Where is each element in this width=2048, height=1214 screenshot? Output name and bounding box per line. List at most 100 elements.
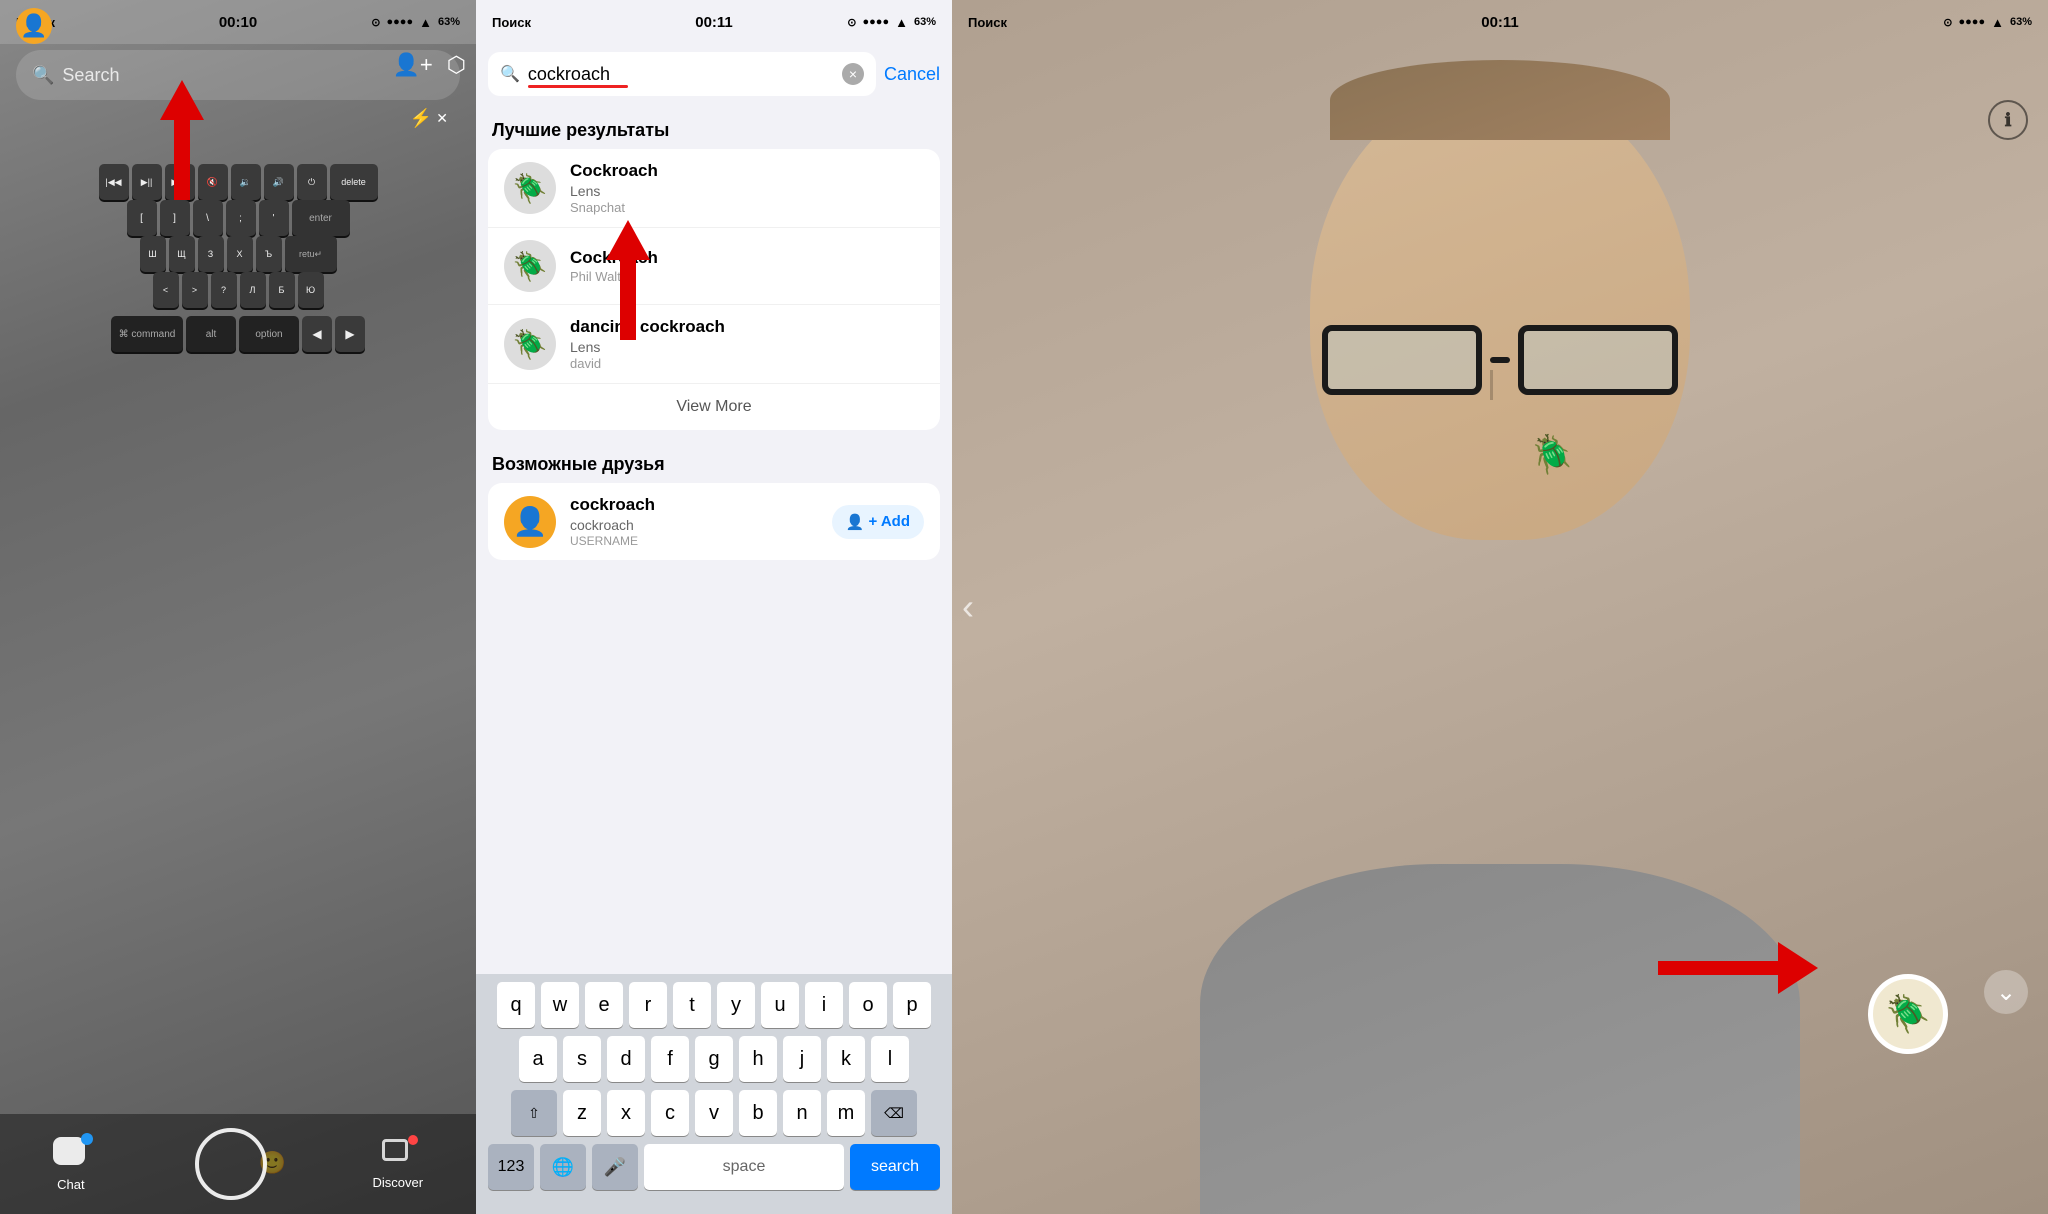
best-results-header: Лучшие результаты [476,104,952,149]
middle-status-bar: Поиск 00:11 ⊙ ●●●● ▲ 63% [476,0,952,44]
key-u[interactable]: u [761,982,799,1028]
info-icon: ℹ [2005,110,2012,131]
key-s[interactable]: s [563,1036,601,1082]
key-f[interactable]: f [651,1036,689,1082]
close-icon[interactable]: ✕ [436,110,448,127]
middle-status-icons: ⊙ ●●●● ▲ 63% [847,15,936,30]
search-icon-middle: 🔍 [500,64,520,84]
arrow-right-head [1778,942,1818,994]
left-location-icon: ⊙ [371,16,380,29]
key-p[interactable]: p [893,982,931,1028]
globe-key[interactable]: 🌐 [540,1144,586,1190]
key-g[interactable]: g [695,1036,733,1082]
left-bottom-nav: Chat Discover [0,1114,476,1214]
space-key[interactable]: space [644,1144,844,1190]
nav-chevron-left[interactable]: ‹ [962,586,974,628]
result-sub-1: Lens [570,183,924,199]
result-info-2: Cockroach Phil Walton [570,248,924,284]
key-d[interactable]: d [607,1036,645,1082]
key-t[interactable]: t [673,982,711,1028]
avatar-icon: 👤 [20,13,47,39]
result-avatar-3: 🪲 [504,318,556,370]
kb-row-3: ⇧ z x c v b n m ⌫ [480,1090,948,1136]
flash-icon[interactable]: ⚡ [410,108,432,129]
view-more-row[interactable]: View More [488,384,940,430]
results-scroll[interactable]: Лучшие результаты 🪲 Cockroach Lens Snapc… [476,104,952,974]
key-q: ? [211,272,237,308]
scan-icon[interactable]: ⬡ [447,52,466,78]
cancel-button[interactable]: Cancel [884,64,940,85]
key-semicol: ; [226,200,256,236]
add-friend-button[interactable]: 👤 + Add [832,505,924,539]
result-item-2[interactable]: 🪲 Cockroach Phil Walton [488,228,940,305]
add-friend-icon[interactable]: 👤+ [393,52,433,78]
key-a[interactable]: a [519,1036,557,1082]
chat-nav-button[interactable]: Chat [53,1137,89,1192]
key-l[interactable]: l [871,1036,909,1082]
key-return: retu↵ [285,236,337,272]
right-time: 00:11 [1481,14,1519,31]
shift-key[interactable]: ⇧ [511,1090,557,1136]
shirt [1200,864,1800,1214]
key-x-lower[interactable]: x [607,1090,645,1136]
ios-keyboard: q w e r t y u i o p a s d f g h j k l ⇧ … [476,974,952,1214]
key-f11: ▶▶| [165,164,195,200]
microphone-key[interactable]: 🎤 [592,1144,638,1190]
key-q[interactable]: q [497,982,535,1028]
middle-time: 00:11 [695,14,733,31]
clear-search-button[interactable]: × [842,63,864,85]
key-c-lower[interactable]: c [651,1090,689,1136]
key-z-lower[interactable]: z [563,1090,601,1136]
key-lt: < [153,272,179,308]
key-left: ◀ [302,316,332,352]
key-h: Х [227,236,253,272]
friend-avatar-icon: 👤 [513,505,548,538]
key-r[interactable]: r [629,982,667,1028]
r-battery: 63% [2010,16,2032,28]
info-button[interactable]: ℹ [1988,100,2028,140]
mid-signal: ●●●● [863,16,890,28]
discover-nav-button[interactable]: Discover [372,1139,423,1190]
key-v-lower[interactable]: v [695,1090,733,1136]
chat-bubble-icon [53,1137,85,1165]
search-bar-row: 🔍 cockroach × Cancel [476,44,952,104]
search-query-text: cockroach [528,64,834,85]
friend-item[interactable]: 👤 cockroach cockroach USERNAME 👤 + Add [488,483,940,560]
result-item-3[interactable]: 🪲 dancing cockroach Lens david [488,305,940,384]
lens-cockroach-icon: 🪲 [1886,993,1931,1035]
view-more-button[interactable]: View More [676,398,751,416]
key-sh: Ш [140,236,166,272]
key-hard: Ъ [256,236,282,272]
key-i[interactable]: i [805,982,843,1028]
key-y[interactable]: y [717,982,755,1028]
key-j[interactable]: j [783,1036,821,1082]
key-k[interactable]: k [827,1036,865,1082]
key-o[interactable]: o [849,982,887,1028]
avatar[interactable]: 👤 [16,8,52,44]
key-m-lower[interactable]: m [827,1090,865,1136]
key-h[interactable]: h [739,1036,777,1082]
backspace-key[interactable]: ⌫ [871,1090,917,1136]
key-n-lower[interactable]: n [783,1090,821,1136]
friend-name: cockroach [570,495,818,515]
arrow-right-shaft [1658,961,1778,975]
chevron-down-button[interactable]: ⌄ [1984,970,2028,1014]
panel-right: Поиск 00:11 ⊙ ●●●● ▲ 63% ℹ 🪲 [952,0,2048,1214]
numbers-key[interactable]: 123 [488,1144,534,1190]
key-e[interactable]: e [585,982,623,1028]
friend-username: cockroach [570,517,818,533]
key-w[interactable]: w [541,982,579,1028]
shutter-button[interactable] [195,1128,267,1200]
mid-loc-icon: ⊙ [847,16,856,29]
result-item-1[interactable]: 🪲 Cockroach Lens Snapchat [488,149,940,228]
lens-button[interactable]: 🪲 [1868,974,1948,1054]
result-avatar-2: 🪲 [504,240,556,292]
right-carrier: Поиск [968,15,1007,30]
search-placeholder-text: Search [62,65,119,86]
search-input-wrap[interactable]: 🔍 cockroach × [488,52,876,96]
key-bracket2: ] [160,200,190,236]
cockroach-mouth: 🪲 [1525,430,1579,482]
panel-middle: Поиск 00:11 ⊙ ●●●● ▲ 63% 🔍 cockroach × C… [476,0,952,1214]
search-key[interactable]: search [850,1144,940,1190]
key-b-lower[interactable]: b [739,1090,777,1136]
